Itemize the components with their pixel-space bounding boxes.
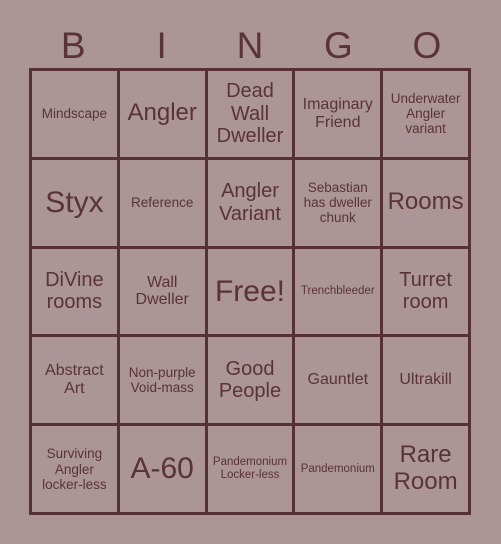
bingo-cell[interactable]: Rooms	[383, 159, 471, 249]
bingo-cell[interactable]: Underwater Angler variant	[383, 71, 471, 160]
bingo-cell[interactable]: Gauntlet	[295, 337, 384, 427]
header-letter-i: I	[156, 24, 167, 66]
bingo-cell[interactable]: Sebastian has dweller chunk	[295, 159, 384, 249]
bingo-card: B I N G O Mindscape Angler Dead Wall Dwell…	[0, 0, 501, 544]
bingo-cell[interactable]: Angler Variant	[207, 159, 296, 249]
bingo-cell-label: Wall Dweller	[135, 273, 189, 309]
header-letter-o: O	[412, 24, 442, 66]
bingo-cell[interactable]: Pandemonium Locker-less	[207, 426, 296, 515]
bingo-cell[interactable]: Trenchbleeder	[295, 248, 384, 338]
bingo-cell-label: Good People	[218, 357, 282, 403]
bingo-cell[interactable]: Dead Wall Dweller	[207, 71, 296, 160]
bingo-cell-label: Imaginary Friend	[302, 95, 373, 131]
bingo-cell[interactable]: A-60	[119, 426, 208, 515]
bingo-cell-label: Mindscape	[41, 106, 108, 122]
bingo-cell[interactable]: Rare Room	[383, 426, 471, 515]
bingo-cell-label: Gauntlet	[307, 371, 369, 389]
bingo-cell[interactable]: Reference	[119, 159, 208, 249]
bingo-cell-label: Pandemonium	[300, 462, 375, 475]
bingo-cell-label: Underwater Angler variant	[390, 91, 461, 137]
bingo-cell[interactable]: Mindscape	[32, 71, 120, 160]
header-letter-n: N	[236, 24, 264, 66]
bingo-cell-label: Angler Variant	[219, 180, 281, 225]
bingo-cell-label: Surviving Angler locker-less	[42, 446, 107, 492]
bingo-cell-label: Rooms	[387, 188, 464, 216]
bingo-cell[interactable]: Imaginary Friend	[295, 71, 384, 160]
bingo-cell-free[interactable]: Free!	[207, 248, 296, 338]
bingo-cell-label: DiVine rooms	[45, 269, 104, 314]
bingo-cell-label: Non-purple Void-mass	[128, 365, 196, 396]
bingo-header: B I N G O	[29, 22, 471, 68]
bingo-cell-label: Rare Room	[393, 441, 458, 496]
bingo-cell-label: Free!	[214, 274, 285, 308]
bingo-cell[interactable]: Wall Dweller	[119, 248, 208, 338]
bingo-cell[interactable]: Turret room	[383, 248, 471, 338]
bingo-cell-label: Sebastian has dweller chunk	[303, 180, 372, 226]
bingo-cell-label: Reference	[131, 195, 194, 211]
bingo-cell-label: Trenchbleeder	[300, 285, 375, 298]
bingo-cell-label: Ultrakill	[399, 371, 452, 389]
bingo-cell-label: Styx	[45, 185, 104, 219]
bingo-cell-label: Abstract Art	[45, 362, 104, 398]
bingo-cell-label: Angler	[127, 99, 197, 127]
bingo-cell[interactable]: Surviving Angler locker-less	[32, 426, 120, 515]
bingo-cell-label: Turret room	[399, 269, 452, 314]
bingo-cell[interactable]: Pandemonium	[295, 426, 384, 515]
bingo-cell[interactable]: DiVine rooms	[32, 248, 120, 338]
header-letter-b: B	[60, 24, 86, 66]
bingo-cell-label: Pandemonium Locker-less	[212, 456, 288, 482]
bingo-cell[interactable]: Styx	[32, 159, 120, 249]
bingo-cell-label: Dead Wall Dweller	[216, 80, 284, 148]
bingo-cell[interactable]: Good People	[207, 337, 296, 427]
header-letter-g: G	[324, 24, 353, 66]
bingo-cell[interactable]: Non-purple Void-mass	[119, 337, 208, 427]
bingo-cell[interactable]: Angler	[119, 71, 208, 160]
bingo-cell[interactable]: Ultrakill	[383, 337, 471, 427]
bingo-cell[interactable]: Abstract Art	[32, 337, 120, 427]
bingo-grid: Mindscape Angler Dead Wall Dweller Imaginar…	[29, 68, 471, 515]
bingo-cell-label: A-60	[130, 452, 194, 486]
